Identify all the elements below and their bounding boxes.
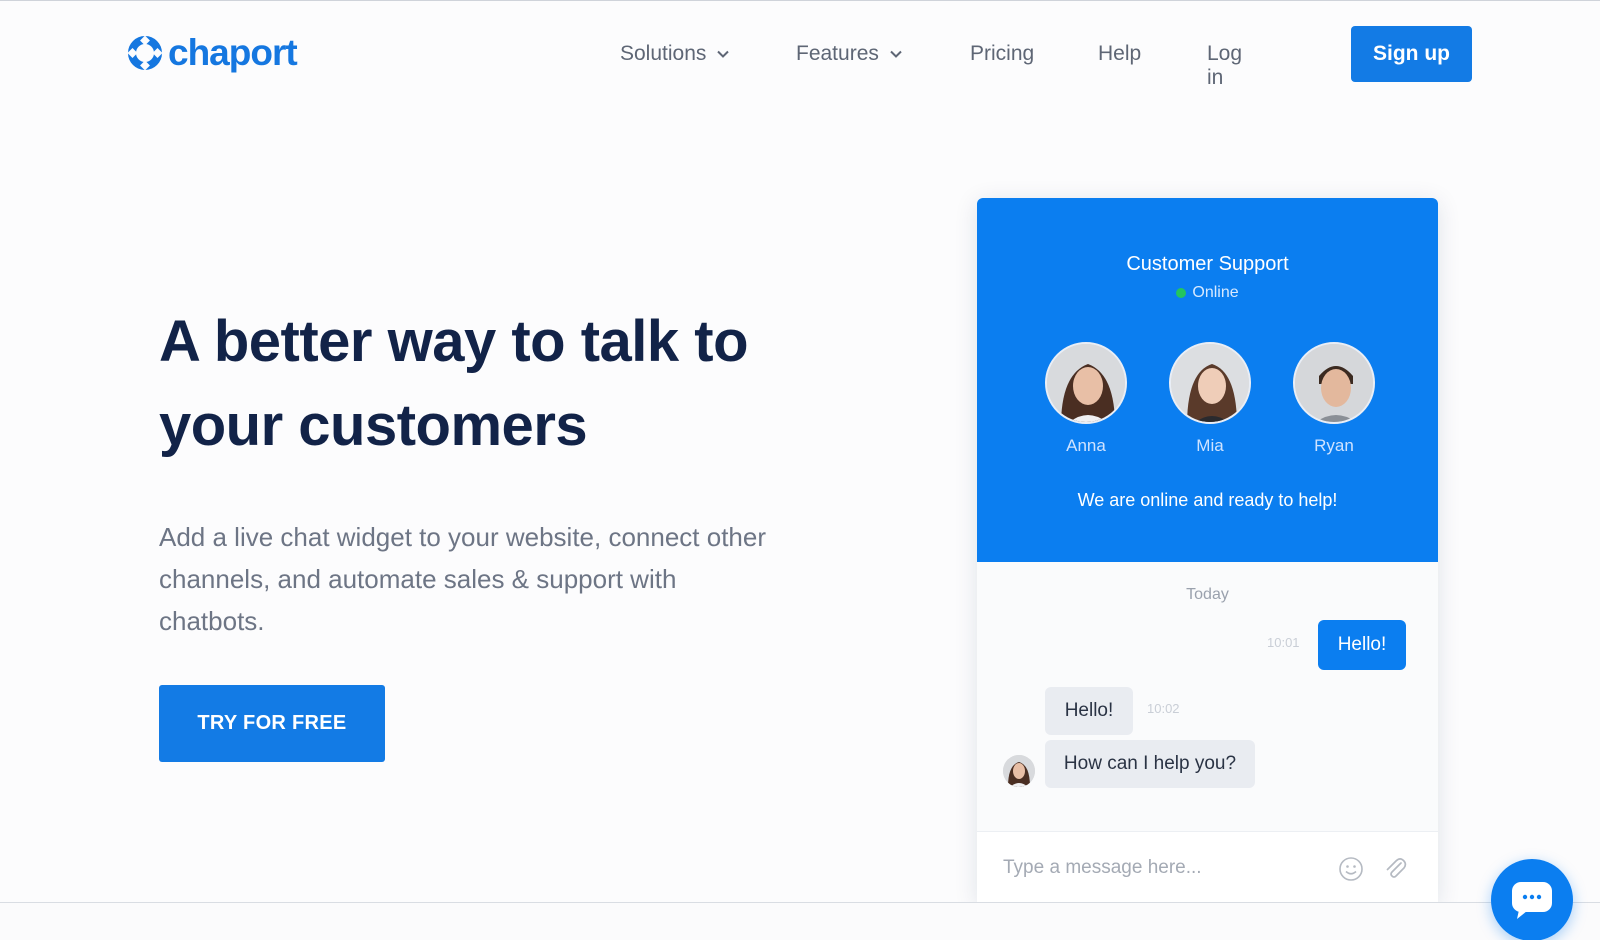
message-input[interactable]: [1003, 854, 1303, 882]
agent-name: Anna: [1066, 436, 1106, 455]
chevron-down-icon: [890, 50, 902, 58]
message-time: 10:01: [1267, 635, 1300, 650]
signup-button[interactable]: Sign up: [1351, 26, 1472, 82]
chat-widget-preview: Customer Support Online Anna Mia Ryan We…: [977, 198, 1438, 903]
widget-status: Online: [977, 284, 1438, 302]
chat-body: Today 10:01 Hello! Hello! 10:02 How can …: [977, 562, 1438, 831]
avatar: [1003, 755, 1035, 787]
nav-solutions-label: Solutions: [620, 42, 707, 65]
hero-subtitle: Add a live chat widget to your website, …: [159, 522, 767, 636]
smiley-icon[interactable]: [1338, 856, 1364, 882]
agent-list: Anna Mia Ryan: [1045, 342, 1375, 456]
avatar: [1045, 342, 1127, 424]
day-label: Today: [1186, 586, 1229, 603]
visitor-message: Hello!: [1318, 620, 1406, 670]
widget-header: Customer Support Online Anna Mia Ryan We…: [977, 198, 1438, 562]
chat-launcher-button[interactable]: [1491, 859, 1573, 940]
nav-features[interactable]: Features: [796, 42, 903, 66]
try-for-free-button[interactable]: TRY FOR FREE: [159, 685, 385, 762]
widget-tagline: We are online and ready to help!: [1077, 490, 1338, 510]
logo[interactable]: chaport: [128, 32, 298, 73]
agent-anna: Anna: [1045, 342, 1127, 456]
avatar: [1169, 342, 1251, 424]
chaport-logo-icon: [128, 36, 162, 70]
agent-mia: Mia: [1169, 342, 1251, 456]
nav-login[interactable]: Log in: [1207, 42, 1242, 90]
chat-bubble-icon: [1512, 882, 1552, 919]
chevron-down-icon: [717, 50, 730, 58]
nav-help[interactable]: Help: [1098, 42, 1141, 66]
agent-message: Hello!: [1045, 687, 1133, 735]
top-border: [0, 0, 1600, 1]
nav-solutions[interactable]: Solutions: [620, 42, 730, 66]
hero-title: A better way to talk to your customers: [159, 309, 749, 458]
agent-name: Mia: [1196, 436, 1224, 455]
agent-message: How can I help you?: [1045, 740, 1255, 788]
agent-name: Ryan: [1314, 436, 1354, 455]
nav-features-label: Features: [796, 42, 879, 65]
message-input-bar: [977, 831, 1438, 903]
agent-ryan: Ryan: [1293, 342, 1375, 456]
paperclip-icon[interactable]: [1381, 854, 1409, 882]
widget-status-label: Online: [1192, 284, 1239, 301]
logo-text: chaport: [168, 32, 298, 73]
avatar: [1293, 342, 1375, 424]
bottom-strip: [0, 903, 1600, 940]
message-time: 10:02: [1147, 701, 1180, 716]
widget-title: Customer Support: [1126, 253, 1289, 275]
nav-pricing[interactable]: Pricing: [970, 42, 1034, 66]
online-dot-icon: [1176, 288, 1187, 298]
